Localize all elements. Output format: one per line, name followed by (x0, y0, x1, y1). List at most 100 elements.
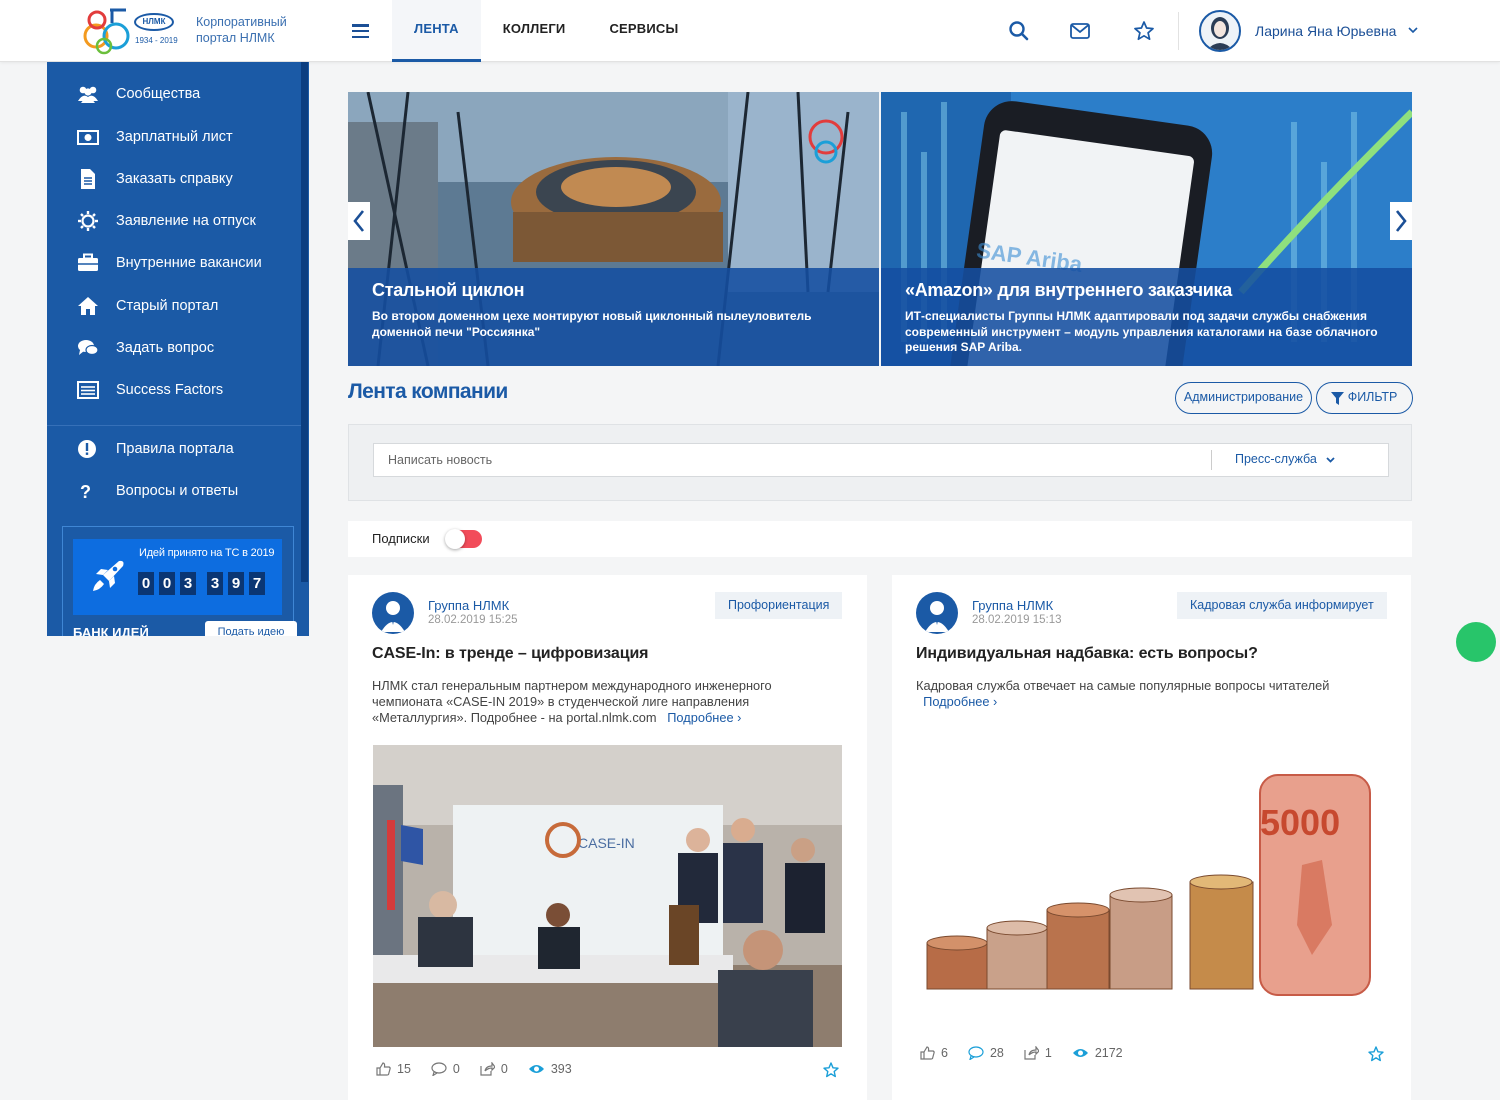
post-author[interactable]: Группа НЛМК (972, 598, 1053, 613)
users-icon (78, 86, 98, 103)
top-header: НЛМК 1934 - 2019 Корпоративный портал НЛ… (0, 0, 1500, 62)
slide-1[interactable]: Стальной циклон Во втором доменном цехе … (348, 92, 879, 366)
menu-icon[interactable] (352, 24, 369, 39)
slide-title[interactable]: «Amazon» для внутреннего заказчика (905, 280, 1388, 301)
post-date: 28.02.2019 15:25 (428, 614, 518, 626)
filter-button[interactable]: ФИЛЬТР (1316, 382, 1413, 414)
admin-button[interactable]: Администрирование (1175, 382, 1312, 414)
slide-caption: «Amazon» для внутреннего заказчика ИТ-сп… (881, 268, 1412, 366)
slider-prev-arrow[interactable] (348, 202, 370, 240)
share-button[interactable]: 1 (1024, 1046, 1052, 1060)
slide-caption: Стальной циклон Во втором доменном цехе … (348, 268, 879, 366)
composer-divider (1211, 450, 1212, 470)
slide-title[interactable]: Стальной циклон (372, 280, 855, 301)
post-category-tag[interactable]: Профориентация (715, 592, 843, 619)
slider-next-arrow[interactable] (1390, 202, 1412, 240)
comment-count: 0 (452, 1062, 460, 1076)
post-category-tag[interactable]: Кадровая служба информирует (1177, 592, 1387, 619)
chevron-down-icon[interactable] (1407, 25, 1419, 35)
user-name[interactable]: Ларина Яна Юрьевна (1255, 23, 1396, 39)
counter-digit: 0 (138, 572, 154, 595)
sidebar-item-ask-question[interactable]: Задать вопрос (47, 327, 297, 369)
post-author[interactable]: Группа НЛМК (428, 598, 509, 613)
sidebar-item-label: Вопросы и ответы (116, 483, 239, 499)
sidebar-item-vacation[interactable]: Заявление на отпуск (47, 200, 297, 242)
like-button[interactable]: 15 (376, 1062, 411, 1076)
post-title[interactable]: CASE-In: в тренде – цифровизация (372, 645, 649, 663)
read-more-link[interactable]: Подробнее › (667, 710, 741, 725)
sidebar-item-label: Сообщества (116, 86, 201, 102)
view-count: 2172 (1094, 1046, 1123, 1060)
eye-icon (528, 1065, 544, 1073)
rocket-icon (93, 560, 124, 591)
thumbs-up-icon (920, 1046, 935, 1060)
sidebar-item-payslip[interactable]: Зарплатный лист (47, 116, 297, 158)
tab-services[interactable]: СЕРВИСЫ (587, 0, 700, 62)
sidebar-item-label: Правила портала (116, 441, 234, 457)
sidebar-item-old-portal[interactable]: Старый портал (47, 285, 297, 327)
counter-digit: 7 (249, 572, 265, 595)
anniversary-logo[interactable] (82, 6, 134, 56)
sidebar-item-label: Задать вопрос (116, 340, 215, 356)
portal-title[interactable]: Корпоративный портал НЛМК (196, 14, 306, 46)
sidebar-scrollbar[interactable] (301, 62, 308, 582)
chat-widget-button[interactable] (1456, 622, 1496, 662)
share-count: 0 (500, 1062, 508, 1076)
post-text-body: Кадровая служба отвечает на самые популя… (916, 678, 1330, 693)
favorites-star-icon[interactable] (1133, 20, 1155, 42)
like-button[interactable]: 6 (920, 1046, 948, 1060)
tab-colleagues[interactable]: КОЛЛЕГИ (481, 0, 588, 62)
top-navigation: ЛЕНТА КОЛЛЕГИ СЕРВИСЫ (392, 0, 700, 62)
slide-text: Во втором доменном цехе монтируют новый … (372, 309, 812, 339)
svg-text:?: ? (80, 482, 91, 501)
sidebar-item-portal-rules[interactable]: Правила портала (47, 428, 297, 470)
post-text: НЛМК стал генеральным партнером междунар… (372, 678, 812, 726)
svg-text:CASE-IN: CASE-IN (578, 835, 635, 851)
bookmark-star-icon[interactable] (1368, 1046, 1384, 1062)
document-icon (81, 169, 95, 189)
news-composer: Написать новость Пресс-служба (348, 424, 1412, 501)
author-avatar[interactable] (372, 592, 414, 634)
tab-feed[interactable]: ЛЕНТА (392, 0, 481, 62)
eye-icon (1072, 1049, 1088, 1057)
submit-idea-button[interactable]: Подать идею (205, 621, 297, 636)
sidebar-item-label: Success Factors (116, 382, 224, 398)
post-card: Группа НЛМК 28.02.2019 15:25 Профориента… (348, 575, 867, 1100)
filter-icon (1331, 392, 1344, 405)
author-avatar[interactable] (916, 592, 958, 634)
share-icon (480, 1062, 495, 1076)
header-divider (1178, 12, 1179, 50)
mail-icon[interactable] (1069, 20, 1091, 42)
nlmk-logo: НЛМК (134, 13, 174, 31)
feed-title: Лента компании (348, 380, 508, 403)
sidebar-item-success-factors[interactable]: Success Factors (47, 369, 297, 411)
comment-button[interactable]: 28 (968, 1046, 1004, 1060)
sidebar-item-certificate[interactable]: Заказать справку (47, 158, 297, 200)
search-icon[interactable] (1008, 20, 1030, 42)
post-image[interactable]: CASE-IN (373, 745, 842, 1047)
subscriptions-toggle[interactable] (445, 529, 482, 549)
bookmark-star-icon[interactable] (823, 1062, 839, 1078)
subscriptions-bar: Подписки (348, 521, 1412, 557)
post-image[interactable]: 5000 (922, 725, 1382, 1025)
comment-button[interactable]: 0 (431, 1062, 460, 1076)
source-dropdown[interactable]: Пресс-служба (1211, 443, 1385, 477)
sun-icon (78, 211, 98, 231)
user-avatar[interactable] (1199, 10, 1241, 52)
sidebar-item-faq[interactable]: ? Вопросы и ответы (47, 470, 297, 512)
sidebar-item-vacancies[interactable]: Внутренние вакансии (47, 242, 297, 284)
sidebar-item-label: Зарплатный лист (116, 129, 233, 145)
read-more-link[interactable]: Подробнее › (923, 694, 997, 709)
post-text: Кадровая служба отвечает на самые популя… (916, 678, 1356, 710)
share-button[interactable]: 0 (480, 1062, 508, 1076)
slide-2[interactable]: SAP Ariba «Amazon» для внутреннего заказ… (881, 92, 1412, 366)
sidebar-item-communities[interactable]: Сообщества (47, 73, 297, 115)
comment-icon (968, 1046, 984, 1060)
view-count: 393 (550, 1062, 572, 1076)
like-count: 6 (941, 1046, 948, 1060)
share-count: 1 (1044, 1046, 1052, 1060)
subscriptions-label: Подписки (372, 531, 430, 546)
post-title[interactable]: Индивидуальная надбавка: есть вопросы? (916, 645, 1258, 663)
logo-years: 1934 - 2019 (135, 36, 178, 45)
post-stats: 6 28 1 2172 (920, 1046, 1143, 1060)
